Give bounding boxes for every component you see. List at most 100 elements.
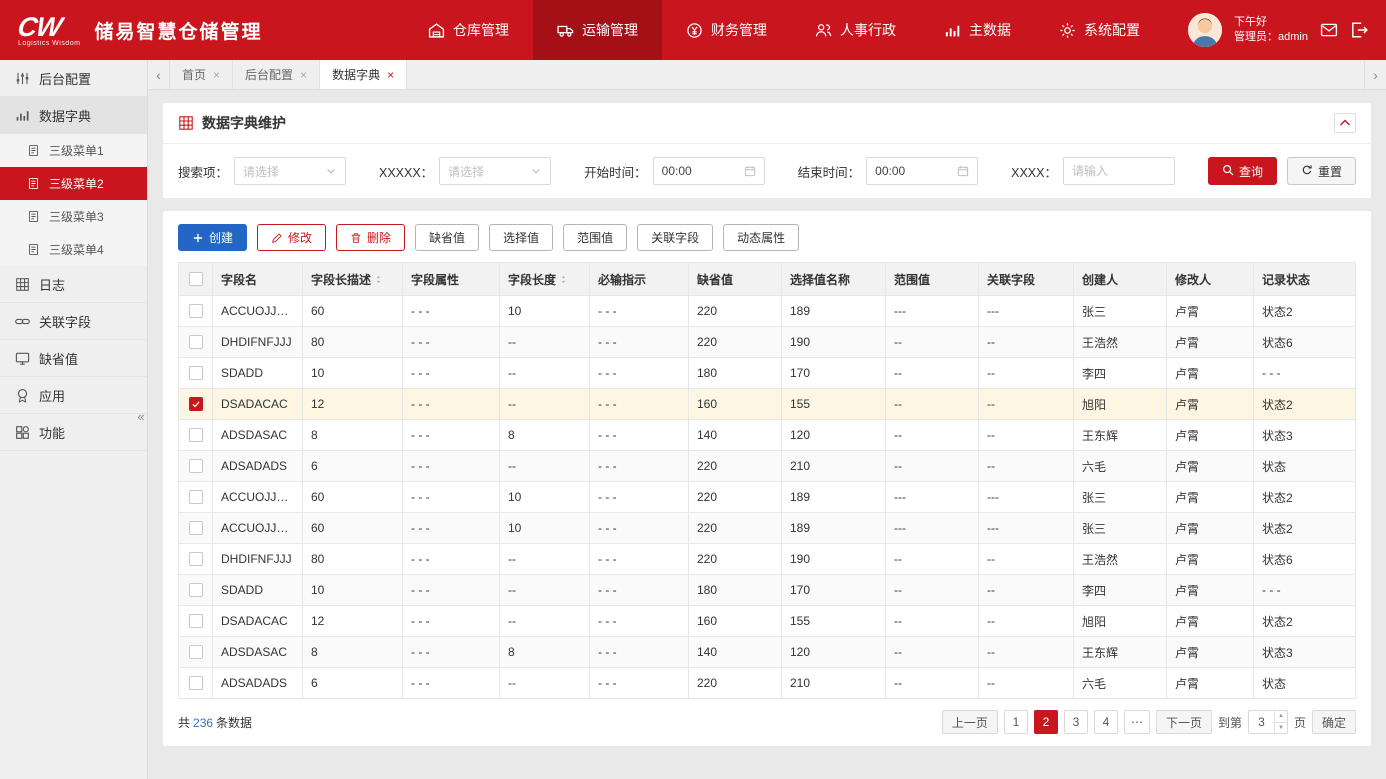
table-row[interactable]: SDADD10- - ---- - -180170----李四卢霄- - - [179, 575, 1356, 606]
table-row[interactable]: DHDIFNFJJJ80- - ---- - -220190----王浩然卢霄状… [179, 327, 1356, 358]
tab-close-icon[interactable]: × [387, 68, 394, 82]
tab-backstage-config[interactable]: 后台配置× [233, 60, 320, 89]
sidebar-item-submenu-2[interactable]: 三级菜单2 [0, 167, 147, 200]
check-icon [191, 399, 201, 409]
create-button[interactable]: 创建 [178, 224, 247, 251]
page-button-2[interactable]: 2 [1034, 710, 1058, 734]
table-cell: --- [886, 482, 979, 513]
table-row[interactable]: DSADACAC12- - ---- - -160155----旭阳卢霄状态2 [179, 389, 1356, 420]
start-time-input[interactable]: 00:00 [653, 157, 765, 185]
xxxx-input[interactable] [1063, 157, 1175, 185]
select-value-button[interactable]: 选择值 [489, 224, 553, 251]
tab-home[interactable]: 首页× [170, 60, 233, 89]
delete-button[interactable]: 删除 [336, 224, 405, 251]
row-checkbox[interactable] [189, 335, 203, 349]
nav-item-system-config[interactable]: 系统配置 [1035, 0, 1164, 60]
next-page-button[interactable]: 下一页 [1156, 710, 1212, 734]
table-cell: 状态2 [1254, 606, 1356, 637]
search-item-select[interactable]: 请选择 [234, 157, 346, 185]
sidebar-item-application[interactable]: 应用 [0, 377, 147, 414]
button-label: 删除 [367, 229, 391, 246]
reset-button[interactable]: 重置 [1287, 157, 1356, 185]
table-cell: 卢霄 [1167, 482, 1254, 513]
sidebar-item-submenu-4[interactable]: 三级菜单4 [0, 233, 147, 266]
page-button-1[interactable]: 1 [1004, 710, 1028, 734]
range-value-button[interactable]: 范围值 [563, 224, 627, 251]
step-down-icon[interactable]: ▼ [1275, 723, 1287, 734]
nav-item-finance[interactable]: 财务管理 [662, 0, 791, 60]
nav-item-transport[interactable]: 运输管理 [533, 0, 662, 60]
row-checkbox[interactable] [189, 583, 203, 597]
row-checkbox[interactable] [189, 304, 203, 318]
tab-close-icon[interactable]: × [213, 68, 220, 82]
column-label: 字段属性 [411, 273, 459, 287]
page-button-4[interactable]: 4 [1094, 710, 1118, 734]
default-value-button[interactable]: 缺省值 [415, 224, 479, 251]
sidebar-collapse-handle[interactable]: « [134, 398, 148, 434]
table-row[interactable]: ADSADADS6- - ---- - -220210----六毛卢霄状态 [179, 451, 1356, 482]
row-checkbox[interactable] [189, 645, 203, 659]
tabs-scroll-right-icon[interactable]: › [1364, 60, 1386, 89]
related-field-button[interactable]: 关联字段 [637, 224, 713, 251]
tab-close-icon[interactable]: × [300, 68, 307, 82]
column-header[interactable]: 字段长描述 [303, 263, 403, 296]
query-button[interactable]: 查询 [1208, 157, 1277, 185]
mail-icon[interactable] [1320, 21, 1338, 39]
tab-data-dictionary[interactable]: 数据字典× [320, 60, 407, 89]
row-checkbox[interactable] [189, 428, 203, 442]
prev-page-button[interactable]: 上一页 [942, 710, 998, 734]
sidebar-item-default-values[interactable]: 缺省值 [0, 340, 147, 377]
end-time-input[interactable]: 00:00 [866, 157, 978, 185]
nav-item-master-data[interactable]: 主数据 [920, 0, 1035, 60]
sidebar-item-related-fields[interactable]: 关联字段 [0, 303, 147, 340]
table-cell: 60 [303, 513, 403, 544]
table-row[interactable]: DHDIFNFJJJ80- - ---- - -220190----王浩然卢霄状… [179, 544, 1356, 575]
sidebar-item-backstage-config[interactable]: 后台配置 [0, 60, 147, 97]
select-all-checkbox[interactable] [189, 272, 203, 286]
table-row[interactable]: DSADACAC12- - ---- - -160155----旭阳卢霄状态2 [179, 606, 1356, 637]
row-checkbox[interactable] [189, 459, 203, 473]
column-header[interactable]: 字段长度 [500, 263, 590, 296]
sidebar-item-logs[interactable]: 日志 [0, 266, 147, 303]
panel-collapse-button[interactable] [1334, 113, 1356, 133]
table-row[interactable]: ADSDASAC8- - -8- - -140120----王东辉卢霄状态3 [179, 420, 1356, 451]
step-up-icon[interactable]: ▲ [1275, 711, 1287, 723]
page-ellipsis[interactable]: ⋯ [1124, 710, 1150, 734]
nav-item-warehouse[interactable]: 仓库管理 [404, 0, 533, 60]
table-cell: - - - [590, 420, 689, 451]
tabs-scroll-left-icon[interactable]: ‹ [148, 60, 170, 89]
row-checkbox[interactable] [189, 614, 203, 628]
xxxxx-select[interactable]: 请选择 [439, 157, 551, 185]
jump-page-input[interactable]: 3▲▼ [1248, 710, 1288, 734]
nav-item-hr[interactable]: 人事行政 [791, 0, 920, 60]
sidebar-item-submenu-1[interactable]: 三级菜单1 [0, 134, 147, 167]
sidebar-item-functions[interactable]: 功能 [0, 414, 147, 451]
jump-steppers[interactable]: ▲▼ [1274, 711, 1287, 733]
row-checkbox[interactable] [189, 521, 203, 535]
table-row[interactable]: ADSDASAC8- - -8- - -140120----王东辉卢霄状态3 [179, 637, 1356, 668]
table-row[interactable]: SDADD10- - ---- - -180170----李四卢霄- - - [179, 358, 1356, 389]
table-row[interactable]: ACCUOJJDJN60- - -10- - -220189------张三卢霄… [179, 296, 1356, 327]
table-row[interactable]: ACCUOJJDJN60- - -10- - -220189------张三卢霄… [179, 513, 1356, 544]
app-logo[interactable]: CW Logistics Wisdom [0, 0, 94, 60]
panel-head: 数据字典维护 [163, 103, 1371, 144]
table-cell: 卢霄 [1167, 389, 1254, 420]
table-row[interactable]: ACCUOJJDJN60- - -10- - -220189------张三卢霄… [179, 482, 1356, 513]
sidebar-item-submenu-3[interactable]: 三级菜单3 [0, 200, 147, 233]
sidebar-item-data-dictionary[interactable]: 数据字典 [0, 97, 147, 134]
column-header: 关联字段 [979, 263, 1074, 296]
confirm-button[interactable]: 确定 [1312, 710, 1356, 734]
row-checkbox[interactable] [189, 397, 203, 411]
row-checkbox[interactable] [189, 366, 203, 380]
row-checkbox[interactable] [189, 490, 203, 504]
page-button-3[interactable]: 3 [1064, 710, 1088, 734]
table-row[interactable]: ADSADADS6- - ---- - -220210----六毛卢霄状态 [179, 668, 1356, 699]
dynamic-attribute-button[interactable]: 动态属性 [723, 224, 799, 251]
table-cell: -- [979, 575, 1074, 606]
row-checkbox[interactable] [189, 552, 203, 566]
button-label: 修改 [288, 229, 312, 246]
user-avatar[interactable] [1188, 13, 1222, 47]
row-checkbox[interactable] [189, 676, 203, 690]
modify-button[interactable]: 修改 [257, 224, 326, 251]
logout-icon[interactable] [1350, 21, 1368, 39]
